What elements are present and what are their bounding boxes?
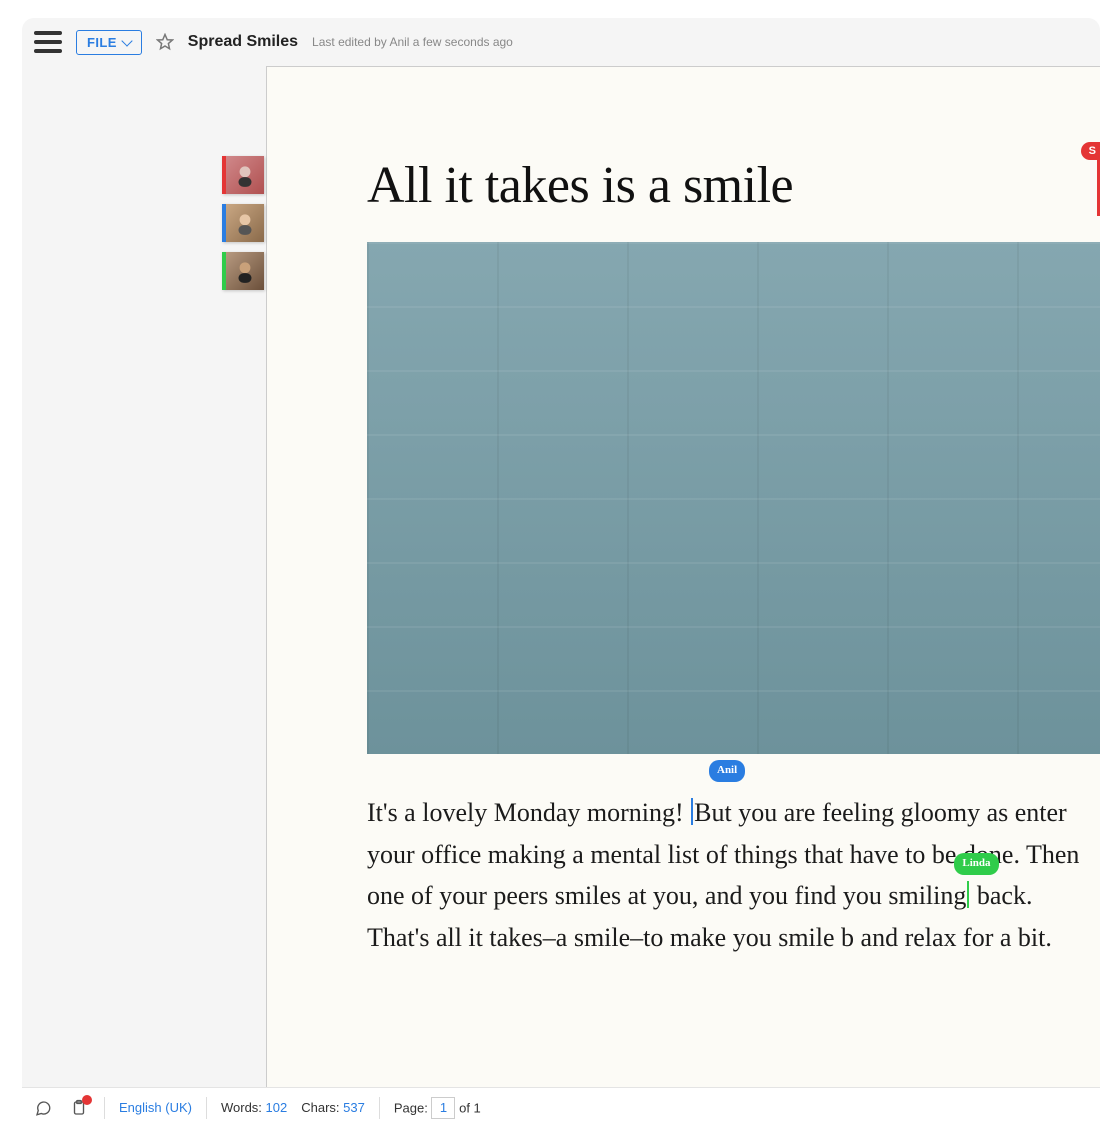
chrome-frame: FILE Spread Smiles Last edited by Anil a… <box>22 18 1100 66</box>
hero-image[interactable] <box>367 242 1100 754</box>
document-heading[interactable]: All it takes is a smile <box>367 157 1100 214</box>
separator <box>104 1097 105 1119</box>
separator <box>379 1097 380 1119</box>
collaborator-cursor-flag-anil: Anil <box>709 760 745 782</box>
page-number-input[interactable] <box>431 1097 455 1119</box>
hamburger-menu-icon[interactable] <box>34 31 62 53</box>
comments-icon[interactable] <box>32 1097 54 1119</box>
collaborator-cursor-flag-red: S <box>1081 142 1100 160</box>
collaborator-caret-linda <box>967 881 969 908</box>
word-count[interactable]: Words: 102 <box>221 1100 287 1115</box>
collaborator-cursor-flag-linda: Linda <box>954 853 998 875</box>
collaborator-rail <box>222 156 264 290</box>
collaborator-caret-anil <box>691 798 693 825</box>
avatar-face-icon <box>226 156 264 194</box>
page-area: S All it takes is a smile Anil It's a lo <box>22 66 1100 1087</box>
chevron-down-icon <box>121 35 132 46</box>
statusbar: English (UK) Words: 102 Chars: 537 Page:… <box>22 1087 1100 1127</box>
collaborator-avatar[interactable] <box>222 204 264 242</box>
char-count[interactable]: Chars: 537 <box>301 1100 365 1115</box>
image-background-wall <box>367 242 1100 754</box>
avatar-face-icon <box>226 204 264 242</box>
page-indicator: Page: of 1 <box>394 1097 481 1119</box>
document-body[interactable]: Anil It's a lovely Monday morning! But y… <box>367 792 1100 958</box>
separator <box>206 1097 207 1119</box>
chars-value: 537 <box>343 1100 365 1115</box>
page-total: of 1 <box>459 1100 481 1115</box>
words-value: 102 <box>266 1100 288 1115</box>
language-selector[interactable]: English (UK) <box>119 1100 192 1115</box>
document-title: Spread Smiles <box>188 33 298 51</box>
last-edited-text: Last edited by Anil a few seconds ago <box>312 35 513 49</box>
page-label: Page: <box>394 1100 428 1115</box>
words-label: Words: <box>221 1100 262 1115</box>
collaborator-avatar[interactable] <box>222 252 264 290</box>
file-menu-label: FILE <box>87 35 117 50</box>
notification-badge <box>82 1095 92 1105</box>
document-page[interactable]: All it takes is a smile Anil It's a love… <box>266 66 1100 1087</box>
chars-label: Chars: <box>301 1100 339 1115</box>
file-menu-button[interactable]: FILE <box>76 30 142 55</box>
avatar-face-icon <box>226 252 264 290</box>
body-text-segment: It's a lovely Monday morning! <box>367 798 690 827</box>
collaborator-avatar[interactable] <box>222 156 264 194</box>
app-shell: FILE Spread Smiles Last edited by Anil a… <box>0 0 1100 1127</box>
topbar: FILE Spread Smiles Last edited by Anil a… <box>22 18 1100 66</box>
star-icon[interactable] <box>156 33 174 51</box>
clipboard-icon[interactable] <box>68 1097 90 1119</box>
